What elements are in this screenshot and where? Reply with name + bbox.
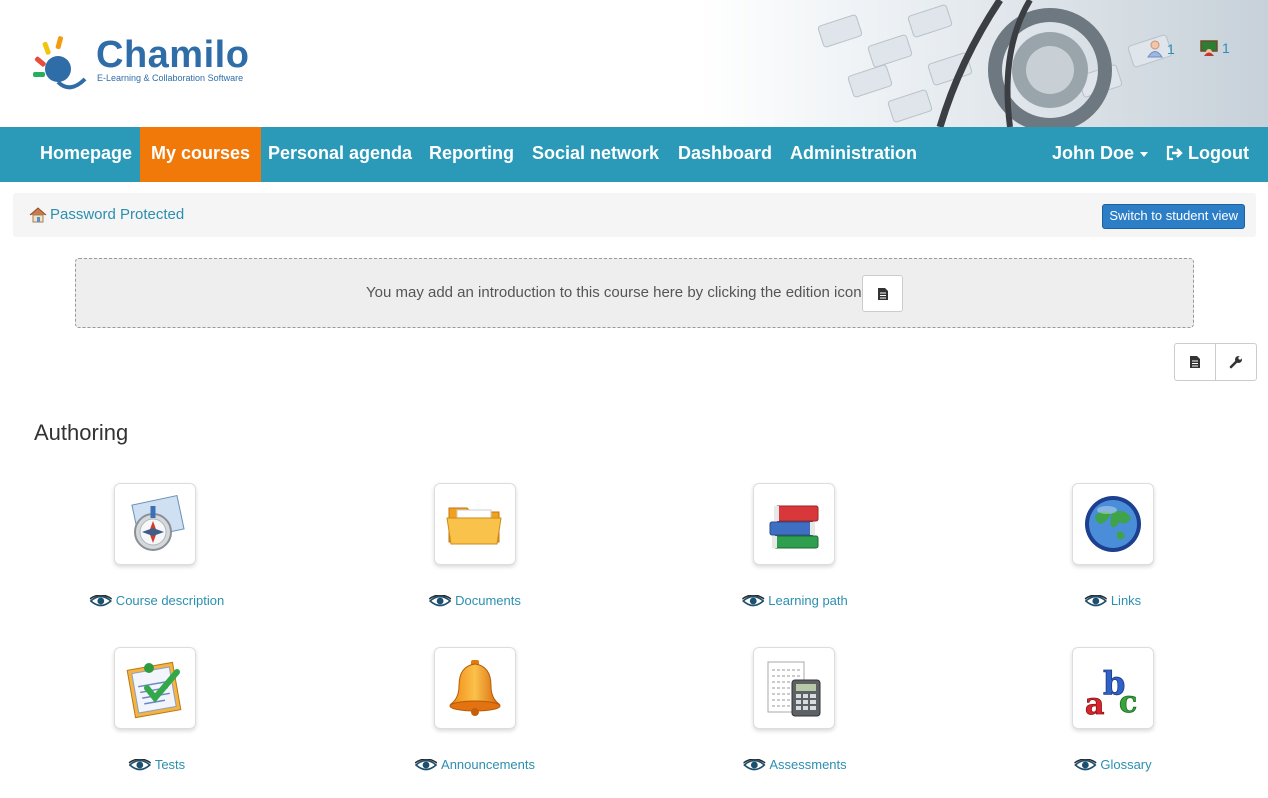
tool-assessments[interactable]	[753, 647, 835, 729]
tool-course-description-link[interactable]: Course description	[89, 593, 225, 608]
online-sessions-count: 1	[1222, 40, 1230, 56]
file-text-icon	[877, 287, 888, 300]
nav-administration[interactable]: Administration	[779, 127, 928, 182]
eye-icon	[1084, 594, 1107, 606]
header-banner-image	[700, 0, 1268, 127]
tool-announcements[interactable]	[434, 647, 516, 729]
globe-icon	[1085, 496, 1141, 552]
tool-links-link[interactable]: Links	[1084, 593, 1142, 608]
classroom-icon	[1200, 40, 1218, 56]
tool-label: Course description	[115, 593, 225, 608]
tool-documents[interactable]	[434, 483, 516, 565]
nav-homepage[interactable]: Homepage	[29, 127, 143, 182]
folder-icon	[446, 507, 502, 545]
file-text-icon	[1190, 356, 1200, 368]
tool-label: Learning path	[768, 593, 848, 608]
bell-icon	[449, 660, 501, 716]
user-name: John Doe	[1052, 143, 1135, 163]
online-users-count: 1	[1167, 41, 1175, 57]
nav-social-network[interactable]: Social network	[521, 127, 670, 182]
nav-reporting[interactable]: Reporting	[418, 127, 525, 182]
tool-label: Links	[1110, 593, 1142, 608]
tool-announcements-link[interactable]: Announcements	[415, 757, 535, 772]
tool-label: Glossary	[1100, 757, 1152, 772]
compass-icon	[131, 494, 185, 551]
brand-tagline: E-Learning & Collaboration Software	[97, 73, 244, 83]
section-title: Authoring	[34, 420, 129, 445]
svg-text:c: c	[1119, 685, 1137, 720]
sign-out-icon	[1166, 145, 1183, 161]
logout-link[interactable]: Logout	[1155, 127, 1260, 182]
course-description-button[interactable]	[1175, 344, 1215, 380]
eye-icon	[429, 594, 452, 606]
tool-learning-path[interactable]	[753, 483, 835, 565]
eye-icon	[1074, 758, 1097, 770]
tool-learning-path-link[interactable]: Learning path	[742, 593, 848, 608]
tool-course-description[interactable]	[114, 483, 196, 565]
online-sessions-link[interactable]: 1	[1200, 40, 1230, 56]
caret-down-icon	[1140, 151, 1149, 157]
course-admin-toolbar	[1174, 343, 1257, 381]
user-menu-dropdown[interactable]: John Doe	[1041, 127, 1159, 182]
course-intro-box: You may add an introduction to this cour…	[75, 258, 1194, 328]
nav-my-courses[interactable]: My courses	[140, 127, 262, 182]
switch-to-student-view-button[interactable]: Switch to student view	[1102, 204, 1245, 229]
course-settings-button[interactable]	[1215, 344, 1256, 380]
breadcrumb-course-link[interactable]: Password Protected	[29, 206, 184, 223]
calculator-icon	[767, 661, 821, 717]
tool-tests-link[interactable]: Tests	[128, 757, 186, 772]
tool-tests[interactable]	[114, 647, 196, 729]
svg-text:a: a	[1085, 687, 1104, 720]
eye-icon	[743, 758, 766, 770]
abc-icon: a b c	[1085, 664, 1138, 720]
wrench-icon	[1229, 356, 1242, 369]
tool-glossary[interactable]: a b c	[1072, 647, 1154, 729]
checklist-icon	[126, 661, 182, 719]
edit-intro-button[interactable]	[862, 275, 903, 312]
home-icon	[29, 206, 47, 222]
page-header: Chamilo E-Learning & Collaboration Softw…	[0, 0, 1268, 127]
breadcrumb-course-label: Password Protected	[50, 206, 185, 223]
tool-links[interactable]	[1072, 483, 1154, 565]
tool-label: Documents	[455, 593, 521, 608]
tool-label: Announcements	[441, 757, 535, 772]
tool-assessments-link[interactable]: Assessments	[743, 757, 847, 772]
books-icon	[769, 505, 819, 549]
course-intro-text: You may add an introduction to this cour…	[366, 284, 862, 301]
main-navbar: Homepage My courses Personal agenda Repo…	[0, 127, 1268, 182]
brand-name: Chamilo	[96, 34, 250, 76]
nav-personal-agenda[interactable]: Personal agenda	[257, 127, 423, 182]
eye-icon	[742, 594, 765, 606]
eye-icon	[415, 758, 438, 770]
tool-label: Tests	[154, 757, 186, 772]
tool-documents-link[interactable]: Documents	[429, 593, 521, 608]
eye-icon	[128, 758, 151, 770]
eye-icon	[89, 594, 112, 606]
online-users-link[interactable]: 1	[1147, 40, 1175, 58]
tool-glossary-link[interactable]: Glossary	[1074, 757, 1152, 772]
tool-label: Assessments	[769, 757, 847, 772]
nav-dashboard[interactable]: Dashboard	[667, 127, 783, 182]
breadcrumb: Password Protected Switch to student vie…	[13, 193, 1256, 237]
logout-label: Logout	[1188, 143, 1249, 163]
user-icon	[1147, 40, 1163, 58]
